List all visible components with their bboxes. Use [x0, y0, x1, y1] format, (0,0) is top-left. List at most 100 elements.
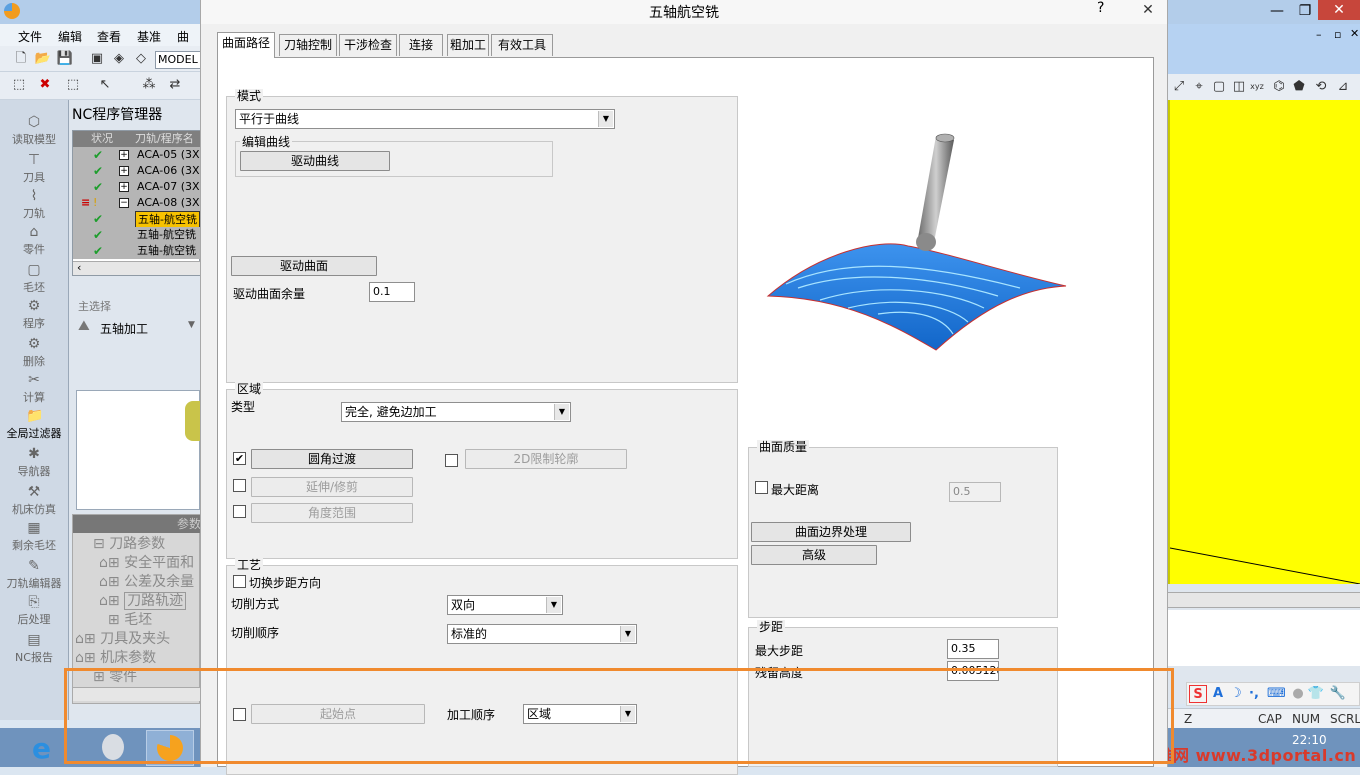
minimize-icon[interactable]: — [1264, 2, 1290, 20]
cube-icon[interactable]: ◫ [1230, 78, 1248, 96]
drive-curve-button[interactable]: 驱动曲线 [240, 151, 390, 171]
shirt-icon[interactable]: 👕 [1307, 685, 1325, 703]
angle-checkbox[interactable] [233, 505, 246, 518]
select-icon[interactable]: ⬚ [10, 76, 28, 94]
taskbar-ie[interactable]: e [22, 730, 70, 766]
switch-step-checkbox[interactable] [233, 575, 246, 588]
table-row[interactable]: ✔ + ACA-05 (3X) [73, 147, 201, 163]
limit2d-checkbox[interactable] [445, 454, 458, 467]
tree-item[interactable]: ⌂⊞ 刀路轨迹 [99, 590, 187, 610]
delete-select-icon[interactable]: ✖ [36, 76, 54, 94]
shade-icon[interactable]: ◈ [110, 50, 128, 68]
table-row[interactable]: ✔ 五轴-航空铣 [73, 243, 201, 259]
tab-surface-path[interactable]: 曲面路径 [217, 32, 275, 58]
help-button[interactable]: ? [1097, 0, 1104, 16]
extend-trim-button[interactable]: 延伸/修剪 [251, 477, 413, 497]
table-row[interactable]: ✔ 五轴-航空铣 [73, 211, 201, 227]
doc-minimize-icon[interactable]: – [1316, 28, 1322, 41]
expand-icon[interactable]: + [119, 182, 129, 192]
cut-order-combo[interactable]: 标准的 ▼ [447, 624, 637, 644]
tree-item[interactable]: ⌂⊞ 刀具及夹头 [75, 628, 170, 648]
tree-item[interactable]: ⊟ 刀路参数 [93, 533, 165, 553]
mode-combo[interactable]: 平行于曲线 ▼ [235, 109, 615, 129]
leftbar-remaining-stock[interactable]: ▦ 剩余毛坯 [0, 520, 68, 553]
xyz-icon[interactable]: xyz [1248, 78, 1266, 96]
leftbar-tool[interactable]: ⊤ 刀具 [0, 152, 68, 185]
box-icon[interactable]: ▢ [1210, 78, 1228, 96]
restore-icon[interactable]: ❐ [1292, 2, 1318, 20]
expand-icon[interactable]: + [119, 166, 129, 176]
advanced-button[interactable]: 高级 [751, 545, 877, 565]
surface-boundary-button[interactable]: 曲面边界处理 [751, 522, 911, 542]
nc-hscrollbar[interactable]: ‹ [73, 261, 201, 275]
pick-icon[interactable]: ↖ [96, 76, 114, 94]
extend-checkbox[interactable] [233, 479, 246, 492]
tab-tool-axis[interactable]: 刀轴控制 [279, 34, 337, 56]
user-icon[interactable]: ● [1289, 685, 1307, 703]
dialog-close-icon[interactable]: ✕ [1133, 0, 1163, 20]
max-distance-field[interactable]: 0.5 [949, 482, 1001, 502]
box-select-icon[interactable]: ⬚ [64, 76, 82, 94]
viewport-hscrollbar[interactable] [1168, 592, 1360, 608]
close-icon[interactable]: ✕ [1318, 0, 1360, 20]
region-type-combo[interactable]: 完全, 避免边加工 ▼ [341, 402, 571, 422]
expand-icon[interactable]: + [119, 150, 129, 160]
table-row[interactable]: ✔ + ACA-06 (3X) [73, 163, 201, 179]
transform-icon[interactable]: ⇄ [166, 76, 184, 94]
tree-item[interactable]: ⌂⊞ 机床参数 [75, 647, 156, 667]
menu-edit[interactable]: 编辑 [58, 28, 82, 45]
menu-file[interactable]: 文件 [18, 28, 42, 45]
fillet-checkbox[interactable]: ✔ [233, 452, 246, 465]
leftbar-nc-report[interactable]: ▤ NC报告 [0, 632, 68, 665]
wrench-icon[interactable]: 🔧 [1329, 685, 1347, 703]
leftbar-machine-sim[interactable]: ⚒ 机床仿真 [0, 484, 68, 517]
tab-utilities[interactable]: 有效工具 [491, 34, 553, 56]
scroll-left-icon[interactable]: ‹ [77, 261, 81, 274]
drive-surface-offset-field[interactable]: 0.1 [369, 282, 415, 302]
leftbar-delete[interactable]: ⚙ 删除 [0, 336, 68, 369]
leftbar-stock[interactable]: ▢ 毛坯 [0, 262, 68, 295]
open-file-icon[interactable]: 📂 [34, 50, 52, 68]
leftbar-toolpath[interactable]: ⌇ 刀轨 [0, 188, 68, 221]
cut-method-combo[interactable]: 双向 ▼ [447, 595, 563, 615]
table-row[interactable]: ✔ 五轴-航空铣 [73, 227, 201, 243]
filter-icon[interactable]: ⁂ [140, 76, 158, 94]
tree-item[interactable]: ⊞ 毛坯 [99, 609, 152, 629]
leftbar-postprocess[interactable]: ⎘ 后处理 [0, 594, 68, 627]
leftbar-compute[interactable]: ✂ 计算 [0, 372, 68, 405]
max-step-field[interactable]: 0.35 [947, 639, 999, 659]
main-select-combo[interactable]: ⛰ 五轴加工 ▼ [76, 316, 200, 340]
new-file-icon[interactable]: 🗋 [12, 50, 30, 68]
save-file-icon[interactable]: 💾 [56, 50, 74, 68]
angle-range-button[interactable]: 角度范围 [251, 503, 413, 523]
model-combo[interactable]: MODEL [155, 51, 201, 69]
ime-punct-icon[interactable]: ·, [1245, 685, 1263, 703]
collapse-icon[interactable]: − [119, 198, 129, 208]
measure-icon[interactable]: ⊿ [1334, 78, 1352, 96]
pointer-icon[interactable]: ⌖ [1190, 78, 1208, 96]
view-icon[interactable]: ▣ [88, 50, 106, 68]
leftbar-global-filter[interactable]: 📁 全局过滤器 [0, 408, 68, 441]
leftbar-part[interactable]: ⌂ 零件 [0, 224, 68, 257]
tab-collision-check[interactable]: 干涉检查 [339, 34, 397, 56]
tree-item[interactable]: ⌂⊞ 安全平面和 [99, 552, 194, 572]
limit2d-button[interactable]: 2D限制轮廓 [465, 449, 627, 469]
graphics-viewport[interactable] [1168, 100, 1360, 584]
doc-close-icon[interactable]: ✕ [1350, 27, 1359, 40]
leftbar-program[interactable]: ⚙ 程序 [0, 298, 68, 331]
sogou-icon[interactable]: S [1189, 685, 1207, 703]
tree-item[interactable]: ⌂⊞ 公差及余量 [99, 571, 194, 591]
drive-surface-button[interactable]: 驱动曲面 [231, 256, 377, 276]
ime-moon-icon[interactable]: ☽ [1227, 685, 1245, 703]
fillet-button[interactable]: 圆角过渡 [251, 449, 413, 469]
zoom-icon[interactable]: ⤢ [1170, 78, 1188, 96]
leftbar-navigator[interactable]: ✱ 导航器 [0, 446, 68, 479]
table-row[interactable]: ≡! − ACA-08 (3X) [73, 195, 201, 211]
menu-datum[interactable]: 基准 [137, 28, 161, 45]
app-logo-icon[interactable] [4, 3, 20, 19]
tab-roughing[interactable]: 粗加工 [447, 34, 489, 56]
max-distance-checkbox[interactable] [755, 481, 768, 494]
leftbar-toolpath-editor[interactable]: ✎ 刀轨编辑器 [0, 558, 68, 591]
rotate-icon[interactable]: ⟲ [1312, 78, 1330, 96]
keyboard-icon[interactable]: ⌨ [1267, 685, 1286, 703]
